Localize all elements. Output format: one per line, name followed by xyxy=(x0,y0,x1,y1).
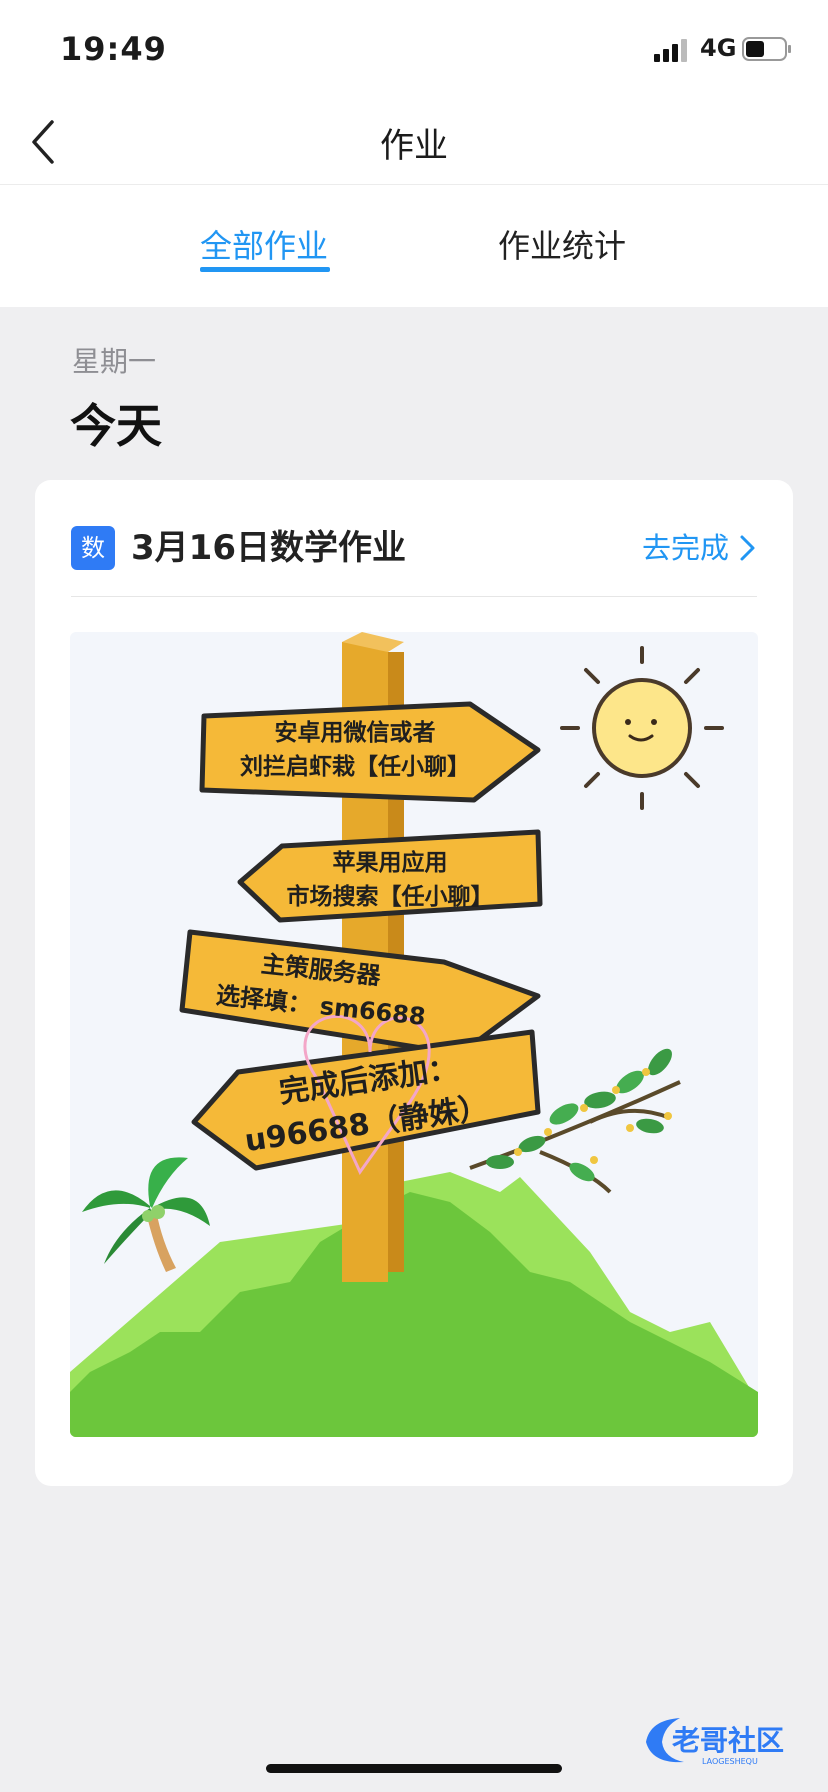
sign-1-line-2: 刘拦启虾栽【任小聊】 xyxy=(240,753,470,780)
subject-badge: 数 xyxy=(71,526,115,570)
chevron-right-icon xyxy=(740,535,755,561)
tab-homework-stats[interactable]: 作业统计 xyxy=(498,221,626,267)
card-divider xyxy=(71,596,757,597)
watermark-logo: 老哥社区 LAOGESHEQU xyxy=(646,1718,784,1766)
nav-bar: 作业 xyxy=(0,100,828,185)
status-bar: 19:49 4G xyxy=(0,0,828,100)
sign-2-line-1: 苹果用应用 xyxy=(333,849,448,876)
palm-tree-illustration xyxy=(82,1157,210,1272)
weekday-label: 星期一 xyxy=(72,345,157,378)
signal-bars-icon xyxy=(654,39,687,62)
sign-1-line-1: 安卓用微信或者 xyxy=(275,719,436,746)
assignment-title: 3月16日数学作业 xyxy=(131,528,406,568)
status-time: 19:49 xyxy=(60,30,167,68)
watermark-subtext: LAOGESHEQU xyxy=(702,1757,758,1766)
signpost-illustration: 安卓用微信或者 刘拦启虾栽【任小聊】 苹果用应用 市场搜索【任小聊】 主策服务器… xyxy=(70,632,758,1437)
active-tab-indicator xyxy=(200,267,330,272)
day-heading: 今天 xyxy=(70,399,162,453)
sign-2-line-2: 市场搜索【任小聊】 xyxy=(287,883,494,910)
assignment-image[interactable]: 安卓用微信或者 刘拦启虾栽【任小聊】 苹果用应用 市场搜索【任小聊】 主策服务器… xyxy=(70,632,758,1437)
go-complete-button[interactable]: 去完成 xyxy=(642,526,757,570)
tab-bar: 全部作业 作业统计 xyxy=(0,185,828,307)
assignment-card[interactable]: 数 3月16日数学作业 去完成 安卓用微信或者 刘拦启虾栽【任小聊】 苹果用应用… xyxy=(35,480,793,1486)
network-label: 4G xyxy=(700,34,737,62)
watermark-text: 老哥社区 xyxy=(672,1724,784,1757)
home-indicator[interactable] xyxy=(266,1764,562,1773)
sun-illustration xyxy=(560,646,724,810)
battery-icon xyxy=(742,37,791,61)
page-title: 作业 xyxy=(380,126,448,166)
tab-all-homework[interactable]: 全部作业 xyxy=(200,221,328,267)
go-complete-label: 去完成 xyxy=(641,531,729,565)
